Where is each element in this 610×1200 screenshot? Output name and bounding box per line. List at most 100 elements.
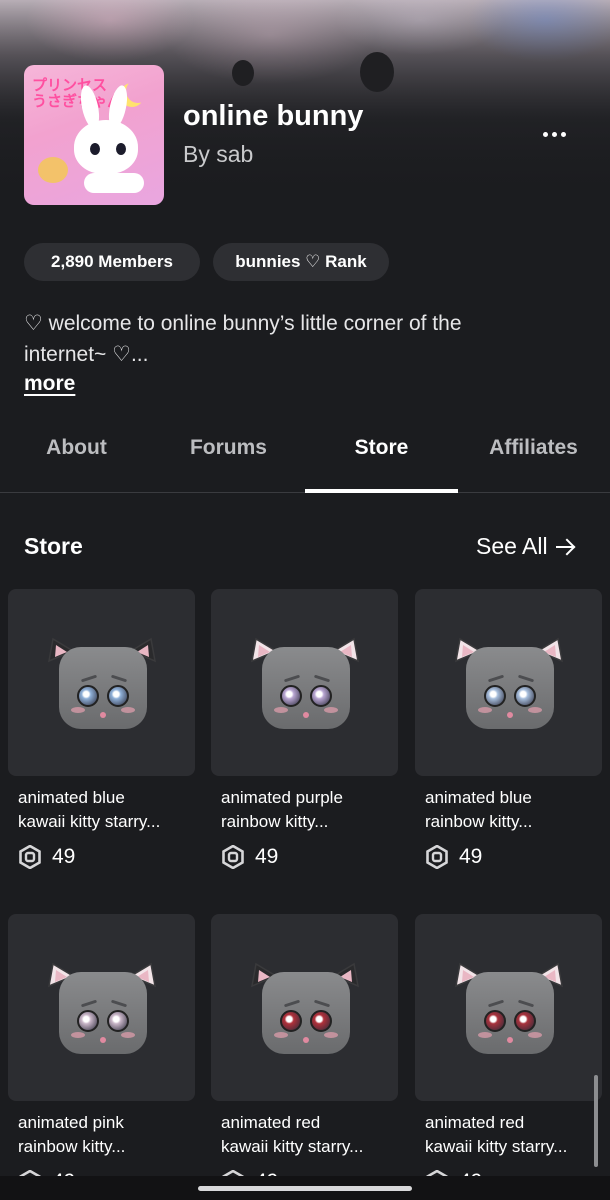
- moon-icon: [126, 79, 150, 103]
- mouth: [303, 1037, 309, 1043]
- blush: [71, 707, 85, 713]
- item-name-line: animated blue: [18, 788, 125, 807]
- cat-head-icon: [454, 637, 564, 733]
- bunny-eye: [116, 143, 126, 155]
- eye: [484, 1010, 506, 1032]
- item-name[interactable]: animated purple rainbow kitty...: [221, 786, 396, 834]
- item-name[interactable]: animated red kawaii kitty starry...: [221, 1111, 396, 1159]
- item-name-line: animated red: [221, 1113, 321, 1132]
- item-thumbnail[interactable]: [415, 914, 602, 1101]
- tab-about[interactable]: About: [0, 436, 153, 460]
- item-thumbnail[interactable]: [211, 914, 398, 1101]
- blush: [528, 1032, 542, 1038]
- dot-icon: [542, 131, 548, 137]
- eye: [107, 685, 129, 707]
- banner-decoration: [360, 52, 394, 92]
- group-thumbnail[interactable]: プリンセス うさぎちゃん: [24, 65, 164, 205]
- see-all-label: See All: [476, 533, 548, 559]
- bunny-icon: [74, 120, 138, 174]
- price-value: 49: [52, 845, 76, 868]
- more-link[interactable]: more: [24, 372, 75, 396]
- blush: [274, 707, 288, 713]
- blush: [528, 707, 542, 713]
- banner-decoration: [232, 60, 254, 86]
- item-thumbnail[interactable]: [211, 589, 398, 776]
- item-name-line: kawaii kitty starry...: [18, 812, 161, 831]
- scrollbar[interactable]: [594, 1075, 598, 1167]
- blush: [324, 707, 338, 713]
- robux-icon: [19, 845, 41, 869]
- blush: [121, 1032, 135, 1038]
- eye: [77, 685, 99, 707]
- group-description: ♡ welcome to online bunny’s little corne…: [24, 308, 564, 370]
- item-name[interactable]: animated red kawaii kitty starry...: [425, 1111, 600, 1159]
- cat-head-icon: [454, 962, 564, 1058]
- bear-icon: [38, 157, 68, 183]
- item-name-line: animated pink: [18, 1113, 124, 1132]
- eye: [77, 1010, 99, 1032]
- item-name[interactable]: animated pink rainbow kitty...: [18, 1111, 193, 1159]
- eye: [484, 685, 506, 707]
- item-name-line: rainbow kitty...: [221, 812, 329, 831]
- item-name-line: rainbow kitty...: [425, 812, 533, 831]
- tab-store[interactable]: Store: [305, 436, 458, 460]
- thumbnail-logo-text: プリンセス うさぎちゃん: [32, 76, 123, 110]
- eye: [107, 1010, 129, 1032]
- item-thumbnail[interactable]: [8, 589, 195, 776]
- eye: [514, 1010, 536, 1032]
- rank-pill[interactable]: bunnies ♡ Rank: [213, 243, 389, 281]
- blush: [478, 707, 492, 713]
- dot-icon: [560, 131, 566, 137]
- mouth: [100, 1037, 106, 1043]
- item-name-line: kawaii kitty starry...: [221, 1137, 364, 1156]
- mouth: [100, 712, 106, 718]
- active-tab-indicator: [305, 489, 458, 493]
- blush: [121, 707, 135, 713]
- item-name-line: animated purple: [221, 788, 343, 807]
- description-line: ♡ welcome to online bunny’s little corne…: [24, 312, 462, 335]
- eye: [280, 1010, 302, 1032]
- blush: [324, 1032, 338, 1038]
- item-price: 49: [425, 844, 482, 870]
- item-name[interactable]: animated blue rainbow kitty...: [425, 786, 600, 834]
- eye: [310, 1010, 332, 1032]
- cat-head-icon: [250, 962, 360, 1058]
- dot-icon: [551, 131, 557, 137]
- item-price: 49: [18, 844, 75, 870]
- bunny-eye: [90, 143, 100, 155]
- cat-head-icon: [47, 637, 157, 733]
- more-options-button[interactable]: [532, 118, 576, 150]
- mouth: [507, 712, 513, 718]
- store-section-title: Store: [24, 533, 83, 559]
- price-value: 49: [255, 845, 279, 868]
- description-line: internet~ ♡...: [24, 343, 149, 366]
- arrow-right-icon: [555, 538, 574, 556]
- tab-affiliates[interactable]: Affiliates: [457, 436, 610, 460]
- item-name[interactable]: animated blue kawaii kitty starry...: [18, 786, 193, 834]
- tab-bar: About Forums Store Affiliates: [0, 420, 610, 493]
- mouth: [507, 1037, 513, 1043]
- members-pill[interactable]: 2,890 Members: [24, 243, 200, 281]
- cat-head-icon: [250, 637, 360, 733]
- group-owner[interactable]: By sab: [183, 141, 253, 168]
- price-value: 49: [459, 845, 483, 868]
- item-name-line: kawaii kitty starry...: [425, 1137, 568, 1156]
- cat-head-icon: [47, 962, 157, 1058]
- robux-icon: [426, 845, 448, 869]
- robux-icon: [222, 845, 244, 869]
- mouth: [303, 712, 309, 718]
- see-all-link[interactable]: See All: [476, 533, 574, 560]
- item-name-line: animated red: [425, 1113, 525, 1132]
- cloud-icon: [84, 173, 144, 193]
- item-name-line: rainbow kitty...: [18, 1137, 126, 1156]
- item-thumbnail[interactable]: [8, 914, 195, 1101]
- item-price: 49: [221, 844, 278, 870]
- group-title: online bunny: [183, 100, 364, 132]
- home-indicator[interactable]: [198, 1186, 412, 1191]
- item-thumbnail[interactable]: [415, 589, 602, 776]
- item-name-line: animated blue: [425, 788, 532, 807]
- eye: [310, 685, 332, 707]
- eye: [514, 685, 536, 707]
- eye: [280, 685, 302, 707]
- tab-forums[interactable]: Forums: [152, 436, 305, 460]
